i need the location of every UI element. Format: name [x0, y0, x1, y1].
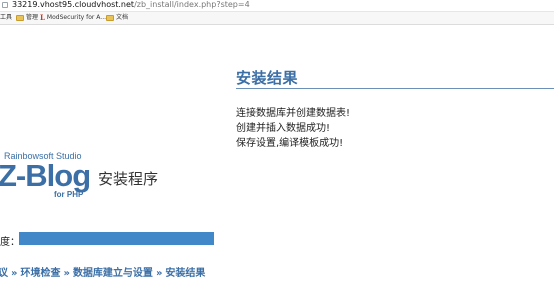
progress-fill: [19, 232, 214, 245]
folder-icon: [106, 15, 114, 21]
url-path: /zb_install/index.php?step=4: [134, 0, 250, 9]
step-separator: »: [155, 268, 163, 279]
title-divider: [236, 88, 554, 89]
bookmark-manage[interactable]: 管理: [16, 12, 38, 24]
result-message: 保存设置,编译模板成功!: [236, 138, 344, 149]
logo-for-php: for PHP: [54, 190, 84, 199]
step-separator: »: [63, 268, 70, 279]
step-item-current: 安装结果: [165, 268, 206, 279]
bookmark-label: ModSecurity for A...: [46, 14, 107, 21]
result-message: 连接数据库并创建数据表!: [236, 108, 351, 119]
bookmark-label: 文档: [116, 14, 129, 21]
url-host: 33219.vhost95.cloudvhost.net: [12, 0, 135, 9]
progress-label: 度：: [0, 237, 20, 248]
progress-bar: [19, 232, 214, 245]
result-message: 创建并插入数据成功!: [236, 123, 331, 134]
lock-icon: [2, 2, 8, 8]
bookmark-modsecurity[interactable]: L ModSecurity for A...: [40, 12, 106, 24]
bookmark-tools[interactable]: 工具: [0, 12, 12, 24]
url-text[interactable]: 33219.vhost95.cloudvhost.net/zb_install/…: [12, 0, 250, 11]
result-title: 安装结果: [236, 69, 299, 87]
bookmark-label: 管理: [26, 14, 39, 21]
folder-icon: [16, 15, 24, 21]
bookmarks-bar: 工具 管理 L ModSecurity for A... 文档: [0, 12, 554, 25]
step-separator: »: [11, 268, 18, 279]
step-breadcrumb: 议» 环境检查» 数据库建立与设置» 安装结果: [0, 264, 205, 279]
installer-title: 安装程序: [98, 170, 159, 188]
bookmark-label: 工具: [0, 14, 13, 21]
step-item: 议: [0, 268, 8, 279]
result-messages: 连接数据库并创建数据表! 创建并插入数据成功! 保存设置,编译模板成功!: [236, 106, 350, 151]
address-bar[interactable]: 33219.vhost95.cloudvhost.net/zb_install/…: [0, 0, 554, 12]
step-item: 数据库建立与设置: [72, 268, 153, 279]
step-item: 环境检查: [20, 268, 61, 279]
l-logo-icon: L: [40, 13, 45, 22]
bookmark-docs[interactable]: 文档: [106, 12, 128, 24]
zblog-logo: Z-Blog: [0, 158, 91, 193]
